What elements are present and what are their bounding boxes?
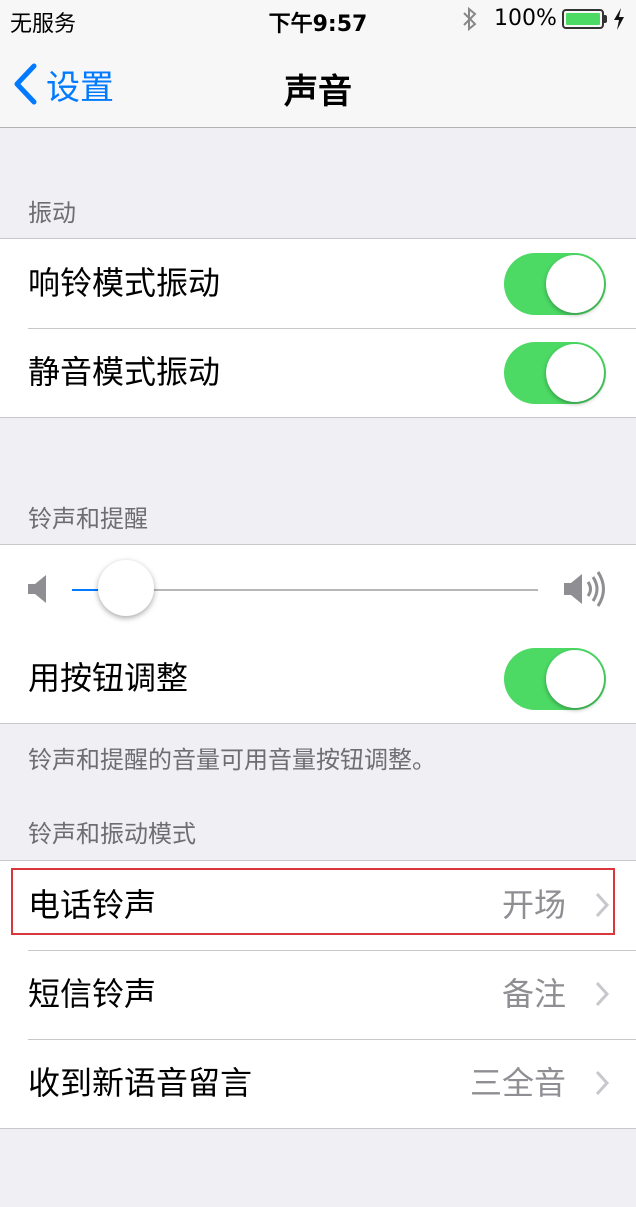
new-voicemail-value: 三全音 xyxy=(469,1064,566,1102)
patterns-group: 电话铃声 开场 短信铃声 备注 收到新语音留言 三全音 xyxy=(0,860,636,1129)
volume-low-icon xyxy=(26,573,48,609)
text-tone-label: 短信铃声 xyxy=(28,975,157,1013)
vibrate-on-ring-toggle[interactable] xyxy=(504,253,606,315)
vibrate-on-ring-label: 响铃模式振动 xyxy=(28,264,221,302)
ringtone-value: 开场 xyxy=(501,886,566,924)
vibrate-on-silent-row: 静音模式振动 xyxy=(0,328,636,417)
change-with-buttons-label: 用按钮调整 xyxy=(28,659,189,697)
section-header-vibration: 振动 xyxy=(28,199,76,227)
charging-bolt-icon xyxy=(612,6,626,37)
battery-percent: 100% xyxy=(494,6,557,31)
volume-slider-row xyxy=(0,545,636,634)
ringtone-label: 电话铃声 xyxy=(28,886,157,924)
vibration-group: 响铃模式振动 静音模式振动 xyxy=(0,238,636,418)
ringtone-row[interactable]: 电话铃声 开场 xyxy=(0,861,636,950)
text-tone-value: 备注 xyxy=(501,975,566,1013)
nav-bar: 设置 声音 xyxy=(0,40,636,128)
volume-high-icon xyxy=(562,569,608,613)
volume-slider-thumb[interactable] xyxy=(97,560,154,616)
ringer-footer-note: 铃声和提醒的音量可用音量按钮调整。 xyxy=(28,746,436,774)
page-title: 声音 xyxy=(284,72,352,112)
change-with-buttons-row: 用按钮调整 xyxy=(0,634,636,723)
vibrate-on-ring-row: 响铃模式振动 xyxy=(0,239,636,328)
text-tone-row[interactable]: 短信铃声 备注 xyxy=(0,950,636,1039)
section-header-patterns: 铃声和振动模式 xyxy=(28,820,196,848)
volume-slider-fill xyxy=(72,589,100,591)
vibrate-on-silent-toggle[interactable] xyxy=(504,342,606,404)
status-bar: 无服务 下午9:57 100% xyxy=(0,0,636,40)
change-with-buttons-toggle[interactable] xyxy=(504,648,606,710)
bluetooth-icon xyxy=(460,6,480,38)
section-header-ringer: 铃声和提醒 xyxy=(28,505,148,533)
chevron-right-icon xyxy=(595,892,610,918)
chevron-right-icon xyxy=(595,981,610,1007)
chevron-right-icon xyxy=(595,1070,610,1096)
new-voicemail-row[interactable]: 收到新语音留言 三全音 xyxy=(0,1039,636,1128)
battery-icon xyxy=(562,9,604,29)
ringer-group: 用按钮调整 xyxy=(0,544,636,724)
vibrate-on-silent-label: 静音模式振动 xyxy=(28,353,221,391)
new-voicemail-label: 收到新语音留言 xyxy=(28,1064,253,1102)
